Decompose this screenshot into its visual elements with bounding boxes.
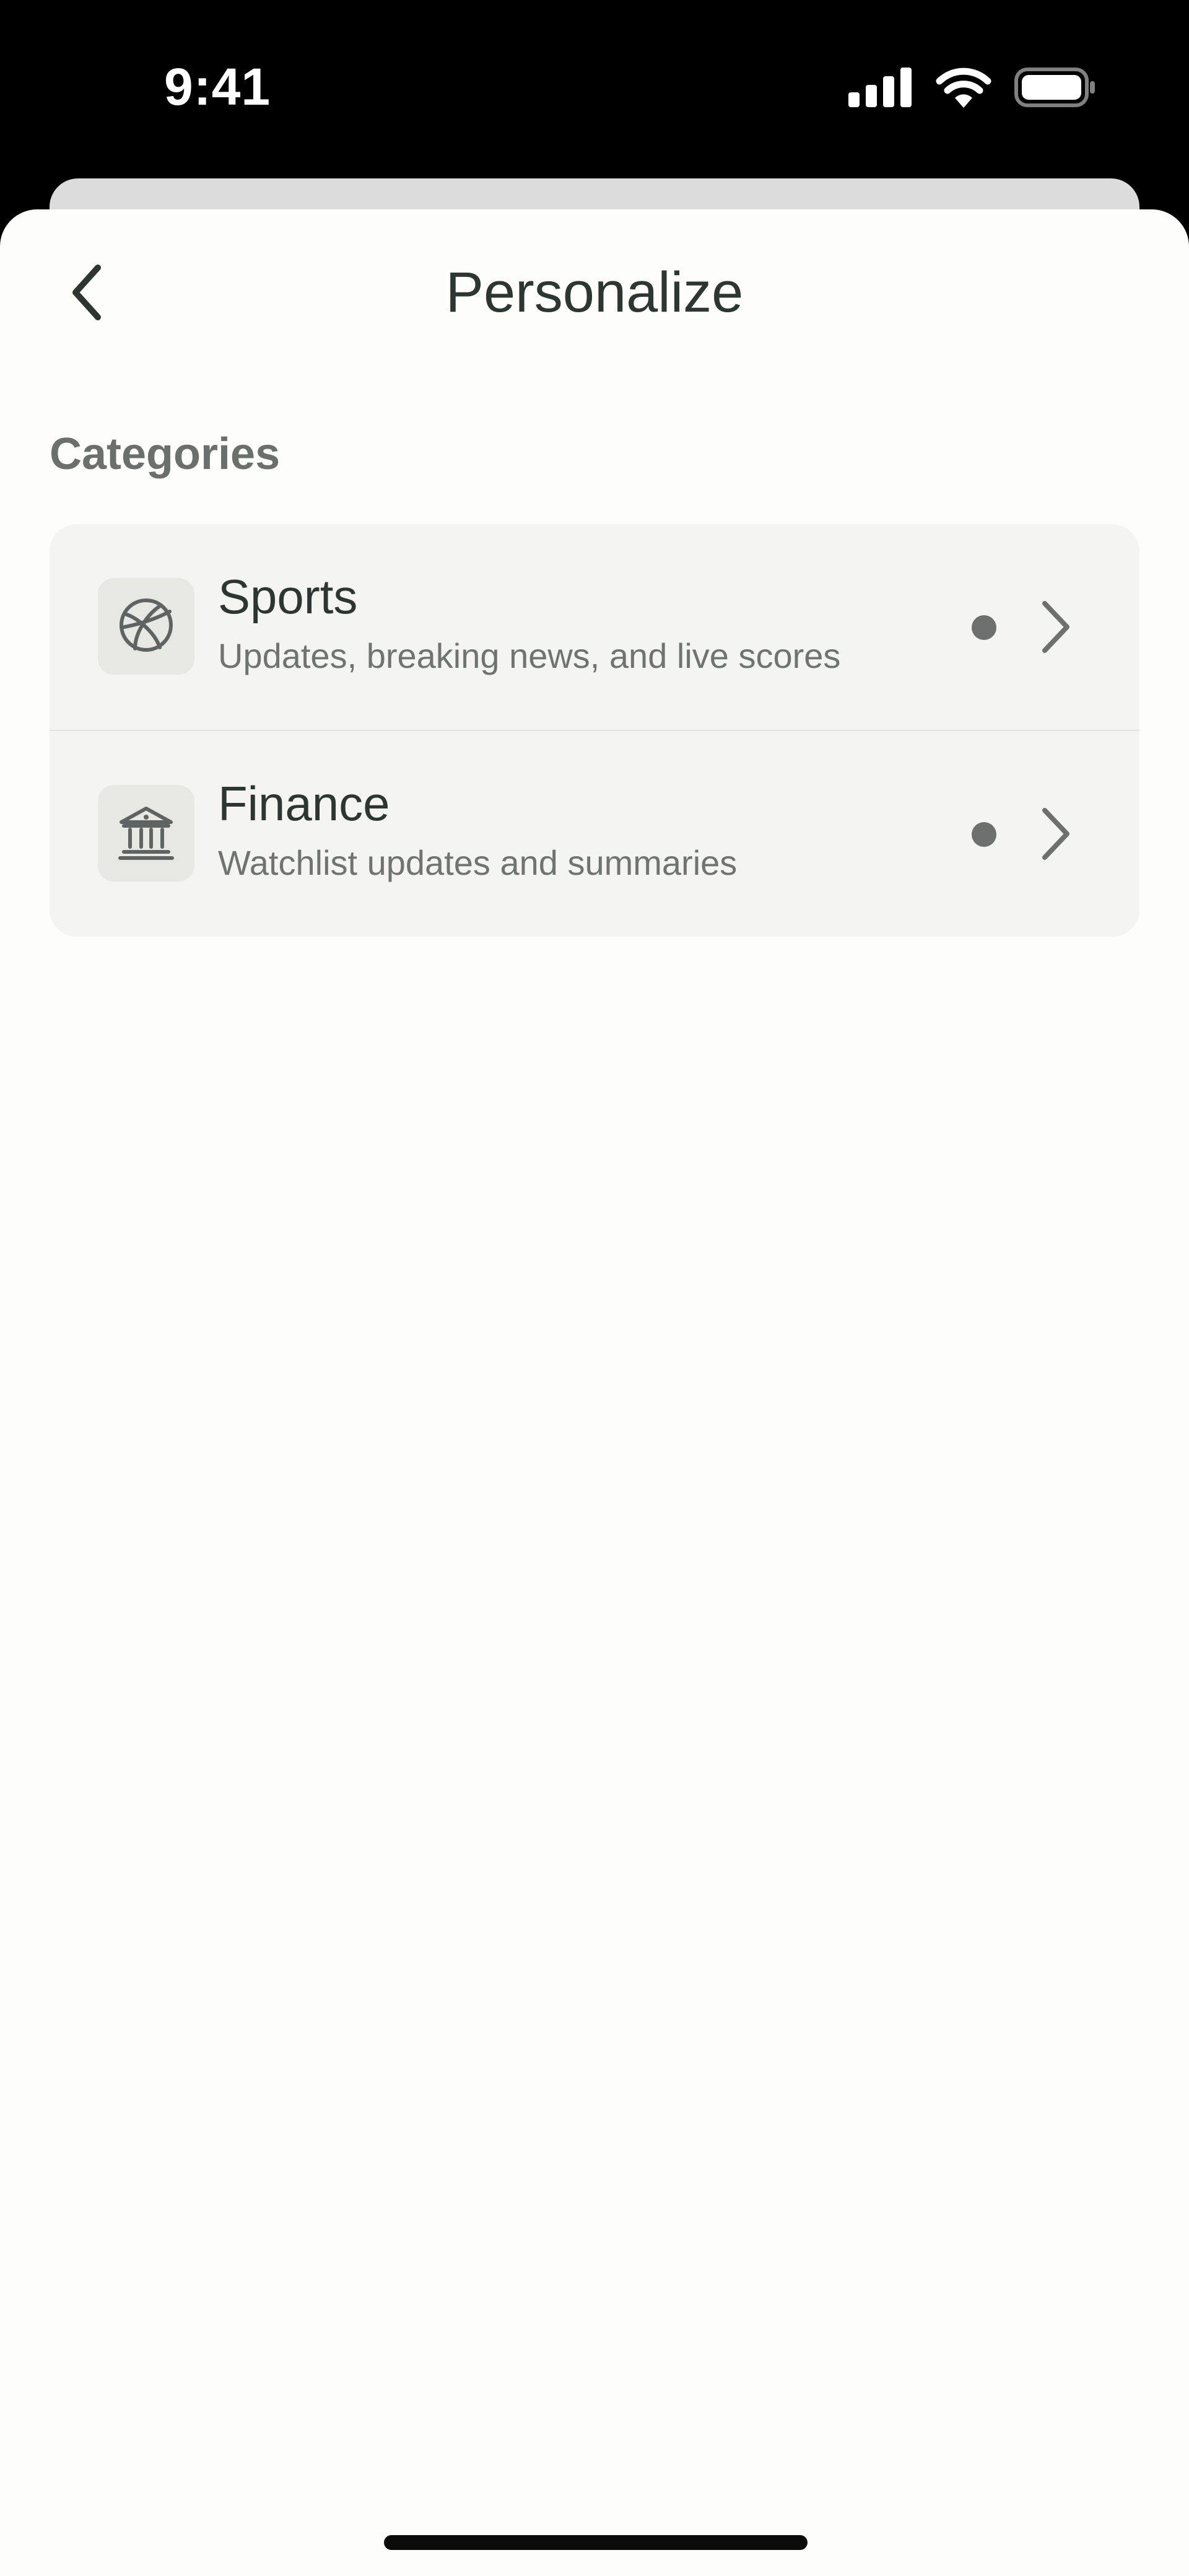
section-header: Categories xyxy=(50,429,281,479)
category-title: Sports xyxy=(218,569,358,624)
cellular-signal-icon xyxy=(848,68,913,107)
status-dot xyxy=(972,822,996,847)
chevron-right-icon xyxy=(1034,596,1078,658)
categories-list: Sports Updates, breaking news, and live … xyxy=(50,524,1139,937)
category-row-sports[interactable]: Sports Updates, breaking news, and live … xyxy=(50,524,1139,730)
status-time: 9:41 xyxy=(164,58,271,116)
page-title: Personalize xyxy=(445,261,744,324)
screen: 9:41 Personalize Categories Sports Updat… xyxy=(0,0,1189,2576)
home-indicator[interactable] xyxy=(384,2535,808,2550)
wifi-icon xyxy=(935,67,992,108)
category-title: Finance xyxy=(218,776,390,831)
personalize-sheet: Personalize Categories Sports Updates, b… xyxy=(0,209,1189,2576)
category-icon-container xyxy=(98,785,194,882)
battery-icon xyxy=(1014,68,1096,107)
category-row-finance[interactable]: Finance Watchlist updates and summaries xyxy=(50,731,1139,937)
basketball-icon xyxy=(116,595,176,658)
status-bar: 9:41 xyxy=(0,0,1189,173)
category-icon-container xyxy=(98,578,194,675)
bank-icon xyxy=(116,802,176,865)
category-subtitle: Watchlist updates and summaries xyxy=(218,843,738,882)
category-subtitle: Updates, breaking news, and live scores xyxy=(218,636,841,675)
status-icons xyxy=(848,67,1096,108)
status-dot xyxy=(972,615,996,640)
chevron-right-icon xyxy=(1034,803,1078,865)
navigation-bar: Personalize xyxy=(0,209,1189,377)
